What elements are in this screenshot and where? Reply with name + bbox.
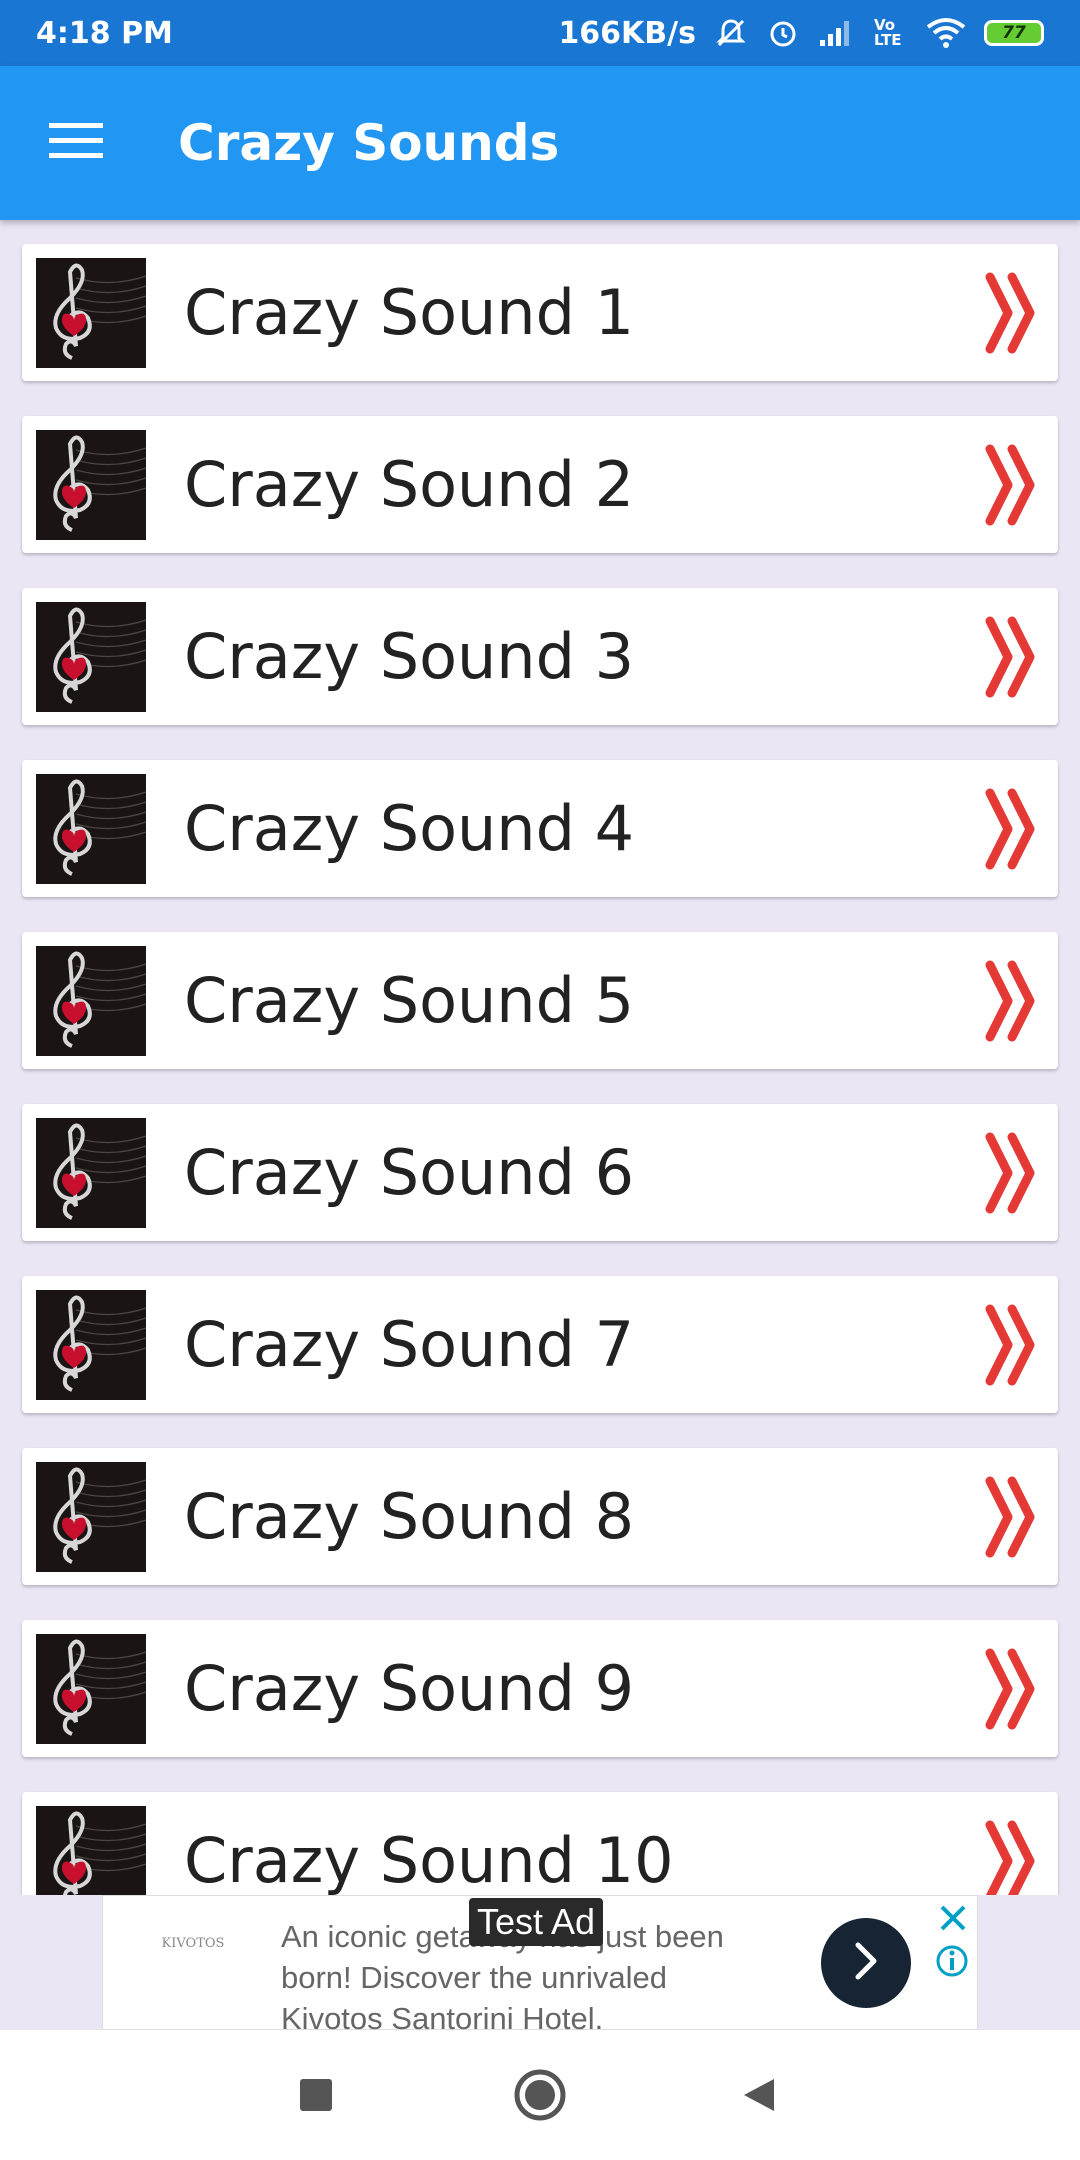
info-icon[interactable]	[935, 1944, 969, 1978]
double-chevron-right-icon[interactable]	[984, 951, 1044, 1051]
treble-clef-heart-icon	[36, 1289, 146, 1400]
app-bar: Crazy Sounds	[0, 66, 1080, 220]
list-item-label: Crazy Sound 4	[184, 792, 635, 865]
system-nav-bar	[0, 2030, 1080, 2160]
list-item-label: Crazy Sound 6	[184, 1136, 635, 1209]
double-chevron-right-icon[interactable]	[984, 1811, 1044, 1895]
list-item-1[interactable]: Crazy Sound 1	[22, 244, 1058, 381]
sound-list: Crazy Sound 1 Crazy Sound 2 Crazy Sound …	[0, 220, 1080, 1895]
treble-clef-heart-icon	[36, 945, 146, 1056]
double-chevron-right-icon[interactable]	[984, 435, 1044, 535]
double-chevron-right-icon[interactable]	[984, 1639, 1044, 1739]
list-item-3[interactable]: Crazy Sound 3	[22, 588, 1058, 725]
ad-banner[interactable]: KIVOTOS An iconic getaway has just been …	[102, 1895, 978, 2036]
mute-bell-icon	[714, 16, 748, 50]
recents-square-icon[interactable]	[281, 2060, 351, 2130]
treble-clef-heart-icon	[36, 429, 146, 540]
test-ad-badge: Test Ad	[469, 1898, 604, 1946]
signal-icon	[818, 18, 856, 48]
wifi-icon	[926, 17, 966, 49]
list-item-label: Crazy Sound 9	[184, 1652, 635, 1725]
ad-logo: KIVOTOS	[161, 1936, 225, 1951]
double-chevron-right-icon[interactable]	[984, 607, 1044, 707]
treble-clef-heart-icon	[36, 773, 146, 884]
hamburger-menu-icon	[49, 121, 103, 166]
battery-icon: 77	[984, 20, 1044, 46]
double-chevron-right-icon[interactable]	[984, 263, 1044, 363]
list-item-4[interactable]: Crazy Sound 4	[22, 760, 1058, 897]
list-item-7[interactable]: Crazy Sound 7	[22, 1276, 1058, 1413]
alarm-icon	[766, 16, 800, 50]
chevron-right-icon	[846, 1939, 886, 1988]
back-triangle-icon[interactable]	[725, 2060, 795, 2130]
page-title: Crazy Sounds	[178, 114, 560, 172]
ad-go-button[interactable]	[821, 1918, 911, 2008]
treble-clef-heart-icon	[36, 1117, 146, 1228]
double-chevron-right-icon[interactable]	[984, 779, 1044, 879]
list-item-9[interactable]: Crazy Sound 9	[22, 1620, 1058, 1757]
home-circle-icon[interactable]	[505, 2060, 575, 2130]
list-item-label: Crazy Sound 7	[184, 1308, 635, 1381]
menu-button[interactable]	[16, 66, 136, 220]
treble-clef-heart-icon	[36, 1805, 146, 1895]
list-item-label: Crazy Sound 1	[184, 276, 635, 349]
volte-icon: Vo LTE	[874, 16, 902, 49]
treble-clef-heart-icon	[36, 1633, 146, 1744]
status-time: 4:18 PM	[36, 15, 173, 51]
status-bar: 4:18 PM 166KB/s Vo LTE 77	[0, 0, 1080, 66]
list-item-6[interactable]: Crazy Sound 6	[22, 1104, 1058, 1241]
double-chevron-right-icon[interactable]	[984, 1467, 1044, 1567]
list-item-10[interactable]: Crazy Sound 10	[22, 1792, 1058, 1895]
list-item-8[interactable]: Crazy Sound 8	[22, 1448, 1058, 1585]
treble-clef-heart-icon	[36, 601, 146, 712]
close-icon[interactable]	[937, 1902, 969, 1934]
list-item-label: Crazy Sound 2	[184, 448, 635, 521]
network-speed: 166KB/s	[558, 15, 696, 51]
list-item-5[interactable]: Crazy Sound 5	[22, 932, 1058, 1069]
double-chevron-right-icon[interactable]	[984, 1295, 1044, 1395]
treble-clef-heart-icon	[36, 257, 146, 368]
list-item-label: Crazy Sound 5	[184, 964, 635, 1037]
status-icons: 166KB/s Vo LTE 77	[558, 16, 1044, 51]
list-item-2[interactable]: Crazy Sound 2	[22, 416, 1058, 553]
list-item-label: Crazy Sound 8	[184, 1480, 635, 1553]
double-chevron-right-icon[interactable]	[984, 1123, 1044, 1223]
list-item-label: Crazy Sound 3	[184, 620, 635, 693]
list-item-label: Crazy Sound 10	[184, 1824, 674, 1895]
treble-clef-heart-icon	[36, 1461, 146, 1572]
